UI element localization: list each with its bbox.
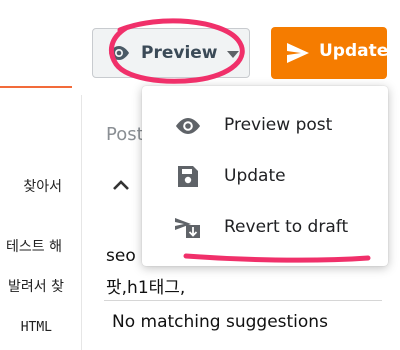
post-section-label: Post: [106, 124, 144, 145]
left-panel: 찾아서 테스트 해 발려서 찾 HTML: [0, 0, 80, 350]
menu-item-update[interactable]: Update: [142, 152, 388, 202]
left-text-line: 발려서 찾: [8, 279, 64, 295]
menu-item-label: Update: [224, 166, 286, 186]
eye-icon: [176, 118, 200, 134]
chevron-down-icon[interactable]: [227, 51, 239, 58]
eye-icon: [109, 46, 129, 60]
tags-input-text[interactable]: 팟,h1태그,: [106, 273, 185, 298]
menu-item-revert-to-draft[interactable]: Revert to draft: [142, 203, 388, 253]
editor-text[interactable]: seo: [106, 246, 136, 266]
left-text-line: 테스트 해: [6, 239, 62, 255]
preview-button[interactable]: Preview: [92, 28, 250, 78]
no-suggestions-text: No matching suggestions: [112, 312, 328, 332]
preview-button-label: Preview: [141, 43, 218, 63]
left-text-line: 찾아서: [23, 179, 62, 195]
content-divider: [104, 300, 382, 301]
save-icon: [178, 166, 198, 187]
left-panel-accent: [0, 86, 72, 88]
left-text-line: HTML: [20, 320, 52, 335]
menu-item-label: Preview post: [224, 115, 333, 135]
menu-item-label: Revert to draft: [224, 217, 349, 237]
send-icon: [287, 43, 309, 63]
revert-draft-icon: [175, 218, 200, 238]
menu-item-preview-post[interactable]: Preview post: [142, 101, 388, 151]
chevron-up-icon[interactable]: [112, 178, 130, 192]
panel-divider: [81, 95, 82, 350]
preview-dropdown-menu: Preview post Update Revert to draft: [142, 86, 388, 266]
update-button[interactable]: Update: [271, 27, 389, 79]
update-button-label: Update: [319, 41, 389, 61]
